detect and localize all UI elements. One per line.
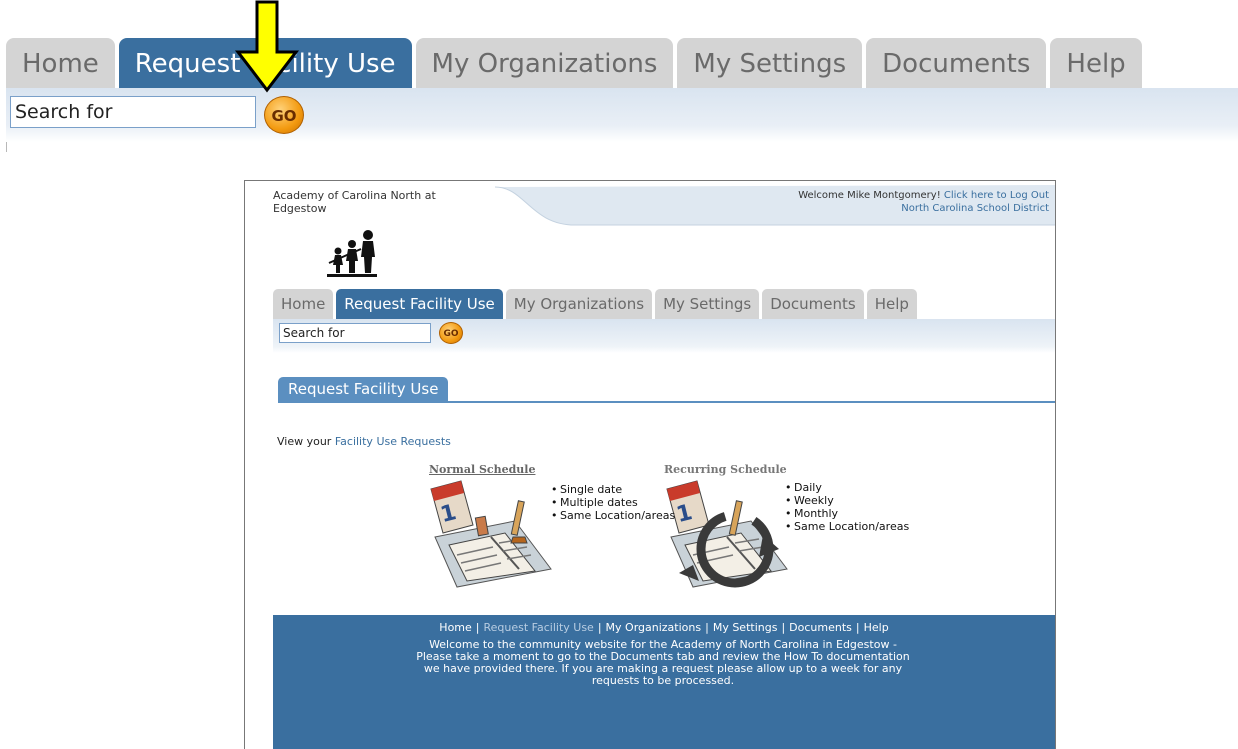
logout-link[interactable]: Click here to Log Out <box>944 190 1049 201</box>
big-go-button[interactable]: GO <box>264 96 304 134</box>
footer-separator: | <box>855 621 860 634</box>
big-tab-my-settings[interactable]: My Settings <box>677 38 863 88</box>
big-tab-home[interactable]: Home <box>6 38 115 88</box>
small-tab-home[interactable]: Home <box>273 289 334 319</box>
bullet-item: Weekly <box>785 494 909 507</box>
big-nav-tabs: Home Request Facility Use My Organizations… <box>6 38 1146 88</box>
big-bar-edge <box>6 142 7 152</box>
bullet-item: Monthly <box>785 507 909 520</box>
normal-schedule-planner-icon[interactable]: 1 <box>427 477 559 589</box>
normal-schedule-link[interactable]: Normal Schedule <box>429 463 535 476</box>
footer: Home | Request Facility Use | My Organizatio… <box>273 615 1055 749</box>
district-link[interactable]: North Carolina School District <box>901 203 1049 214</box>
welcome-block: Welcome Mike Montgomery! Click here to L… <box>798 189 1049 215</box>
small-go-button[interactable]: GO <box>439 322 463 344</box>
footer-message: Welcome to the community website for the… <box>416 638 910 687</box>
big-search-input[interactable] <box>10 96 256 128</box>
bullet-item: Multiple dates <box>551 496 675 509</box>
family-logo-icon <box>327 230 377 277</box>
small-tab-my-organizations[interactable]: My Organizations <box>505 289 653 319</box>
section-title-tab: Request Facility Use <box>278 377 449 401</box>
facility-requests-link[interactable]: Facility Use Requests <box>335 435 451 448</box>
footer-link-my-settings[interactable]: My Settings <box>713 621 778 634</box>
small-tab-request-facility-use[interactable]: Request Facility Use <box>336 289 503 319</box>
big-tab-documents[interactable]: Documents <box>866 38 1047 88</box>
footer-link-my-organizations[interactable]: My Organizations <box>606 621 702 634</box>
footer-nav: Home | Request Facility Use | My Organizatio… <box>273 621 1055 634</box>
small-search-input[interactable] <box>279 323 431 343</box>
footer-separator: | <box>781 621 786 634</box>
bullet-item: Same Location/areas <box>785 520 909 533</box>
small-tab-help[interactable]: Help <box>866 289 917 319</box>
bullet-item: Single date <box>551 483 675 496</box>
big-tab-help[interactable]: Help <box>1050 38 1142 88</box>
small-tab-my-settings[interactable]: My Settings <box>655 289 760 319</box>
big-tab-my-organizations[interactable]: My Organizations <box>415 38 674 88</box>
footer-link-request-facility-use[interactable]: Request Facility Use <box>484 621 594 634</box>
normal-schedule-bullets: Single dateMultiple datesSame Location/a… <box>551 483 675 522</box>
footer-link-documents[interactable]: Documents <box>789 621 852 634</box>
org-name: Academy of Carolina North at Edgestow <box>273 189 436 215</box>
footer-link-help[interactable]: Help <box>864 621 889 634</box>
yellow-arrow-icon <box>234 0 300 93</box>
footer-link-home[interactable]: Home <box>439 621 471 634</box>
view-prefix: View your <box>277 435 332 448</box>
small-tab-documents[interactable]: Documents <box>762 289 864 319</box>
bullet-item: Same Location/areas <box>551 509 675 522</box>
recurring-schedule-planner-icon[interactable]: 1 <box>663 477 795 589</box>
embedded-screenshot: Academy of Carolina North at Edgestow We… <box>244 180 1056 749</box>
welcome-text: Welcome Mike Montgomery! <box>798 190 941 201</box>
footer-separator: | <box>475 621 480 634</box>
view-requests-line: View your Facility Use Requests <box>277 435 451 448</box>
footer-separator: | <box>597 621 602 634</box>
small-nav-tabs: Home Request Facility Use My Organizations… <box>273 289 920 319</box>
section-divider <box>278 401 1055 403</box>
footer-separator: | <box>705 621 709 634</box>
recurring-schedule-title: Recurring Schedule <box>664 463 787 476</box>
bullet-item: Daily <box>785 481 909 494</box>
recurring-schedule-bullets: DailyWeeklyMonthlySame Location/areas <box>785 481 909 533</box>
